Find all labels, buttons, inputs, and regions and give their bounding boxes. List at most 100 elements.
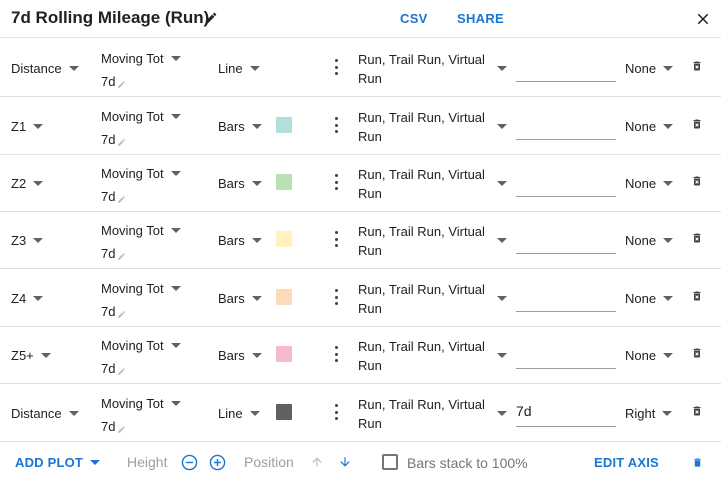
window-input[interactable] [516, 111, 616, 140]
metric-select[interactable]: Z2 [11, 176, 44, 191]
axis-select[interactable]: None [625, 119, 674, 134]
sports-select[interactable]: Run, Trail Run, Virtual Run [358, 280, 486, 318]
plot-row: Z4 Moving Tot 7d Bars Run, Trail Run, Virtua… [0, 269, 721, 327]
chevron-down-icon[interactable] [497, 66, 507, 71]
window-edit[interactable]: 7d [101, 189, 126, 204]
window-edit[interactable]: 7d [101, 361, 126, 376]
axis-select[interactable]: Right [625, 406, 673, 421]
arrow-down-icon[interactable] [338, 454, 352, 470]
plot-editor-dialog: 7d Rolling Mileage (Run) CSV SHARE Dista… [0, 0, 721, 487]
more-vert-icon[interactable] [333, 289, 339, 305]
sports-select[interactable]: Run, Trail Run, Virtual Run [358, 337, 486, 375]
more-vert-icon[interactable] [333, 231, 339, 247]
trash-icon[interactable] [691, 404, 703, 418]
aggregation-select[interactable]: Moving Tot [101, 281, 181, 296]
trash-icon[interactable] [691, 59, 703, 73]
share-button[interactable]: SHARE [457, 11, 504, 26]
more-vert-icon[interactable] [333, 404, 339, 420]
style-select[interactable]: Line [218, 406, 260, 421]
color-swatch[interactable] [276, 346, 292, 362]
window-input[interactable] [516, 283, 616, 312]
chevron-down-icon [33, 181, 44, 186]
style-select[interactable]: Line [218, 61, 260, 76]
color-swatch[interactable] [276, 117, 292, 133]
edit-axis-button[interactable]: EDIT AXIS [594, 455, 659, 470]
window-edit[interactable]: 7d [101, 132, 126, 147]
dialog-footer: ADD PLOT Height Position Bars stack to 1… [0, 441, 721, 487]
aggregation-select[interactable]: Moving Tot [101, 223, 181, 238]
chevron-down-icon [663, 124, 674, 129]
style-select[interactable]: Bars [218, 291, 262, 306]
sports-select[interactable]: Run, Trail Run, Virtual Run [358, 222, 486, 260]
window-input[interactable] [516, 340, 616, 369]
bars-stack-checkbox[interactable] [382, 454, 398, 470]
metric-select[interactable]: Z1 [11, 119, 44, 134]
trash-icon[interactable] [691, 117, 703, 131]
plot-row: Z3 Moving Tot 7d Bars Run, Trail Run, Virtua… [0, 211, 721, 269]
metric-select[interactable]: Z4 [11, 291, 44, 306]
style-select[interactable]: Bars [218, 233, 262, 248]
metric-select[interactable]: Z3 [11, 233, 44, 248]
chevron-down-icon [251, 124, 262, 129]
window-edit[interactable]: 7d [101, 246, 126, 261]
trash-icon[interactable] [691, 231, 703, 245]
chevron-down-icon[interactable] [497, 353, 507, 358]
plus-circle-icon[interactable] [209, 454, 226, 471]
metric-select[interactable]: Distance [11, 61, 79, 76]
sports-select[interactable]: Run, Trail Run, Virtual Run [358, 395, 486, 433]
arrow-up-icon[interactable] [310, 454, 324, 470]
window-edit[interactable]: 7d [101, 304, 126, 319]
window-edit[interactable]: 7d [101, 74, 126, 89]
axis-select[interactable]: None [625, 291, 674, 306]
add-plot-button[interactable]: ADD PLOT [15, 455, 101, 470]
chevron-down-icon[interactable] [497, 181, 507, 186]
aggregation-select[interactable]: Moving Tot [101, 166, 181, 181]
color-swatch[interactable] [276, 289, 292, 305]
pencil-icon[interactable] [204, 11, 218, 25]
aggregation-select[interactable]: Moving Tot [101, 396, 181, 411]
style-select[interactable]: Bars [218, 348, 262, 363]
aggregation-value: Moving Tot [101, 109, 164, 124]
trash-icon[interactable] [691, 346, 703, 360]
sports-line1: Run, Trail Run, Virtual [358, 282, 485, 297]
style-select[interactable]: Bars [218, 176, 262, 191]
window-input[interactable] [516, 53, 616, 82]
window-input[interactable]: 7d [516, 398, 616, 427]
window-edit[interactable]: 7d [101, 419, 126, 434]
window-input[interactable] [516, 168, 616, 197]
close-icon[interactable] [694, 10, 712, 28]
metric-select[interactable]: Distance [11, 406, 79, 421]
trash-icon[interactable] [691, 289, 703, 303]
csv-button[interactable]: CSV [400, 11, 428, 26]
sports-select[interactable]: Run, Trail Run, Virtual Run [358, 50, 486, 88]
minus-circle-icon[interactable] [181, 454, 198, 471]
axis-select[interactable]: None [625, 348, 674, 363]
style-select[interactable]: Bars [218, 119, 262, 134]
window-input[interactable] [516, 225, 616, 254]
chevron-down-icon[interactable] [497, 124, 507, 129]
trash-icon[interactable] [692, 456, 703, 469]
metric-select[interactable]: Z5+ [11, 348, 51, 363]
color-swatch[interactable] [276, 231, 292, 247]
bars-stack-label: Bars stack to 100% [407, 455, 528, 471]
trash-icon[interactable] [691, 174, 703, 188]
more-vert-icon[interactable] [333, 117, 339, 133]
axis-select[interactable]: None [625, 61, 674, 76]
color-swatch[interactable] [276, 174, 292, 190]
more-vert-icon[interactable] [333, 59, 339, 75]
style-value: Line [218, 61, 243, 76]
axis-select[interactable]: None [625, 176, 674, 191]
chevron-down-icon[interactable] [497, 411, 507, 416]
aggregation-select[interactable]: Moving Tot [101, 338, 181, 353]
aggregation-value: Moving Tot [101, 281, 164, 296]
sports-select[interactable]: Run, Trail Run, Virtual Run [358, 165, 486, 203]
more-vert-icon[interactable] [333, 346, 339, 362]
sports-select[interactable]: Run, Trail Run, Virtual Run [358, 108, 486, 146]
chevron-down-icon[interactable] [497, 238, 507, 243]
aggregation-select[interactable]: Moving Tot [101, 109, 181, 124]
chevron-down-icon[interactable] [497, 296, 507, 301]
aggregation-select[interactable]: Moving Tot [101, 51, 181, 66]
more-vert-icon[interactable] [333, 174, 339, 190]
axis-select[interactable]: None [625, 233, 674, 248]
color-swatch[interactable] [276, 404, 292, 420]
